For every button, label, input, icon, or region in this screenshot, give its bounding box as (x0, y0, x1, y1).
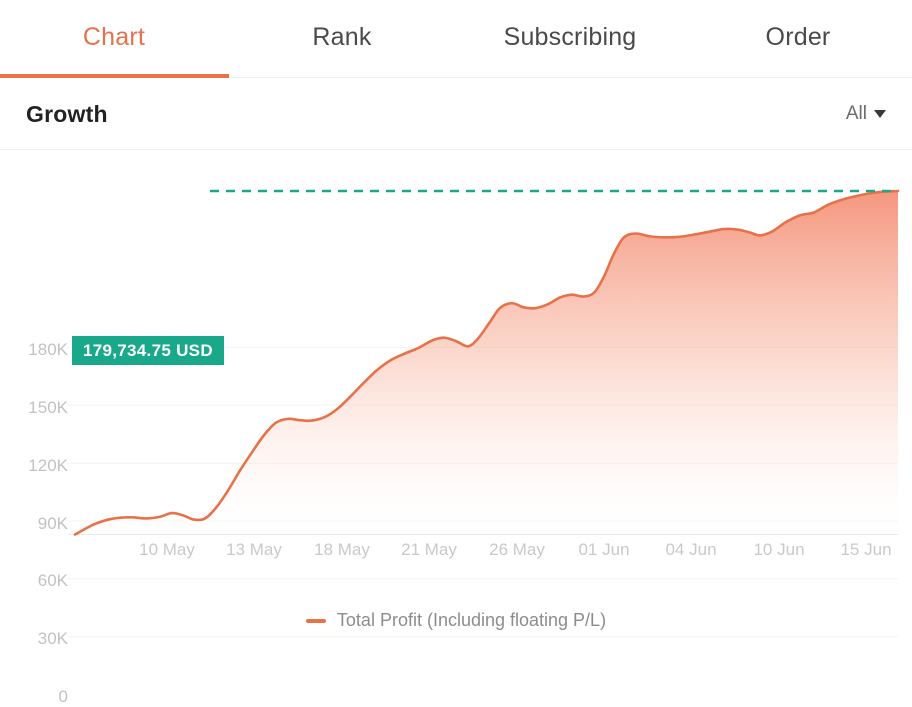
tab-chart[interactable]: Chart (0, 22, 228, 54)
legend-swatch-icon (305, 618, 326, 623)
page-title: Growth (26, 100, 108, 127)
y-tick-label: 120K (28, 455, 68, 475)
tab-chart-label: Chart (82, 22, 146, 51)
x-tick-label: 18 May (314, 540, 370, 559)
tab-order[interactable]: Order (684, 22, 912, 54)
x-tick-label: 01 Jun (578, 540, 630, 559)
x-tick-label: 10 May (139, 540, 195, 559)
x-tick-label: 13 May (226, 540, 282, 559)
active-tab-indicator (0, 74, 229, 78)
tab-rank-label: Rank (312, 22, 372, 51)
y-tick-label: 150K (28, 397, 68, 417)
growth-chart-page: Chart Rank Subscribing Order Growth All (0, 0, 912, 706)
y-tick-label: 0 (58, 687, 68, 706)
tab-subscribing[interactable]: Subscribing (456, 22, 684, 54)
x-tick-label: 21 May (401, 540, 457, 559)
chart-legend: Total Profit (Including floating P/L) (0, 610, 912, 631)
tab-order-label: Order (765, 22, 831, 51)
x-tick-label: 10 Jun (753, 540, 805, 559)
chart-container: 179,734.75 USD 180K 150K 120K 90K 60K 30… (0, 150, 912, 706)
section-header: Growth All (0, 78, 912, 150)
tab-rank[interactable]: Rank (228, 22, 456, 54)
y-tick-label: 180K (28, 340, 68, 359)
chevron-down-icon (874, 110, 886, 118)
y-tick-label: 90K (37, 513, 68, 533)
legend-item-label: Total Profit (Including floating P/L) (336, 610, 607, 630)
x-axis: 10 May 13 May 18 May 21 May 26 May 01 Ju… (0, 540, 912, 570)
reference-value-text: 179,734.75 USD (83, 340, 213, 360)
x-tick-label: 15 Jun (840, 540, 892, 559)
tab-subscribing-label: Subscribing (503, 22, 637, 51)
range-dropdown-label: All (845, 103, 867, 124)
range-dropdown[interactable]: All (846, 103, 886, 125)
growth-area-chart (68, 189, 900, 638)
y-axis: 180K 150K 120K 90K 60K 30K 0 (0, 150, 68, 706)
y-tick-label: 60K (37, 571, 68, 591)
reference-value-badge: 179,734.75 USD (72, 336, 224, 365)
x-tick-label: 04 Jun (665, 540, 717, 559)
y-tick-label: 30K (37, 629, 68, 649)
tab-bar: Chart Rank Subscribing Order (0, 0, 912, 78)
x-tick-label: 26 May (489, 540, 545, 559)
